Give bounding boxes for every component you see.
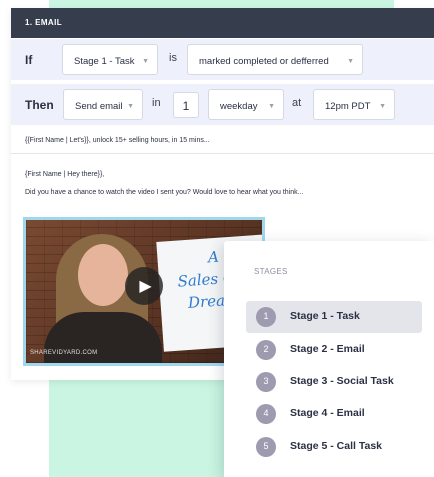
stage-option-label: Stage 4 - Email [290,407,365,419]
is-label: is [169,52,177,64]
in-label: in [152,97,161,109]
delay-input[interactable]: 1 [173,92,199,118]
stage-option-3[interactable]: 3 Stage 3 - Social Task [246,366,422,398]
video-watermark: SHAREVIDYARD.COM [30,350,98,356]
stage-option-label: Stage 5 - Call Task [290,440,383,452]
if-condition-row: If Stage 1 - Task ▼ is marked completed … [11,39,434,80]
time-select[interactable]: 12pm PDT ▼ [313,89,395,120]
chevron-down-icon: ▼ [379,103,386,110]
chevron-down-icon: ▼ [127,103,134,110]
chevron-down-icon: ▼ [347,58,354,65]
email-greeting[interactable]: {First Name | Hey there}}, [25,171,104,178]
delay-unit-select[interactable]: weekday ▼ [208,89,284,120]
stage-select-value: Stage 1 - Task [74,56,135,67]
then-action-row: Then Send email ▼ in 1 weekday ▼ at 12pm… [11,84,434,125]
stage-number-badge: 2 [256,340,276,360]
subject-divider [11,153,434,154]
at-label: at [292,97,302,109]
stage-option-4[interactable]: 4 Stage 4 - Email [246,398,422,430]
stage-dropdown-panel: STAGES 1 Stage 1 - Task 2 Stage 2 - Emai… [224,241,434,477]
chevron-down-icon: ▼ [268,103,275,110]
stage-option-label: Stage 1 - Task [290,310,360,322]
email-body[interactable]: Did you have a chance to watch the video… [25,189,303,196]
stage-number-badge: 4 [256,404,276,424]
chevron-down-icon: ▼ [142,58,149,65]
stage-option-2[interactable]: 2 Stage 2 - Email [246,334,422,366]
action-select[interactable]: Send email ▼ [63,89,143,120]
stage-option-5[interactable]: 5 Stage 5 - Call Task [246,431,422,463]
stage-number-badge: 5 [256,437,276,457]
presenter-face [78,244,128,306]
action-select-value: Send email [75,101,123,112]
stage-option-label: Stage 3 - Social Task [290,375,394,387]
presenter-body [44,312,162,363]
stage-option-label: Stage 2 - Email [290,343,365,355]
card-header-title: 1. EMAIL [11,8,434,38]
stage-number-badge: 1 [256,307,276,327]
stage-option-1[interactable]: 1 Stage 1 - Task [246,301,422,333]
stage-number-badge: 3 [256,372,276,392]
status-select[interactable]: marked completed or defferred ▼ [187,44,363,75]
play-icon[interactable]: ▶ [125,267,163,305]
delay-unit-value: weekday [220,101,258,112]
status-select-value: marked completed or defferred [199,56,329,67]
time-select-value: 12pm PDT [325,101,371,112]
then-label: Then [25,98,54,112]
stage-select[interactable]: Stage 1 - Task ▼ [62,44,158,75]
email-subject[interactable]: {{First Name | Let's}}, unlock 15+ selli… [25,137,210,144]
if-label: If [25,53,33,67]
stages-heading: STAGES [254,267,288,276]
